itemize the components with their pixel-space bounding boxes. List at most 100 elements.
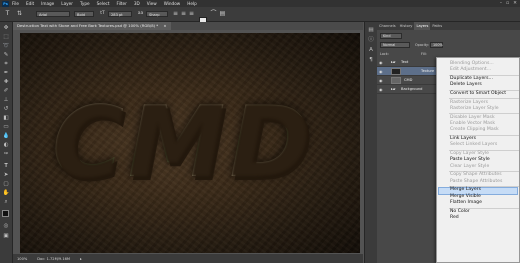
align-center-icon[interactable]: ≡	[180, 10, 187, 18]
brush-tool-icon[interactable]: ✐	[2, 87, 10, 95]
eyedropper-tool-icon[interactable]: ✒	[2, 69, 10, 77]
menu-item-enable-vector-mask: Enable Vector Mask	[450, 121, 496, 126]
zoom-level[interactable]: 100%	[17, 257, 27, 261]
clone-stamp-tool-icon[interactable]: ⊥	[2, 96, 10, 104]
character-panel-icon[interactable]: A	[367, 46, 375, 54]
menu-image[interactable]: Image	[41, 1, 54, 6]
menu-item-duplicate-layers[interactable]: Duplicate Layers...	[450, 76, 493, 81]
foreground-color-swatch[interactable]	[2, 210, 9, 217]
align-right-icon[interactable]: ≡	[188, 10, 195, 18]
menu-item-merge-visible[interactable]: Merge Visible	[450, 194, 481, 199]
close-window-icon[interactable]: ✕	[513, 1, 517, 6]
tools-panel: ✥ ⬚ ➰ ✎ ⌗ ✒ ✚ ✐ ⊥ ↺ ◧ ▭ 💧 ◐ ✑ T ➤ ▢ ✋ ⌕ …	[0, 22, 13, 263]
menu-filter[interactable]: Filter	[116, 1, 126, 6]
quick-mask-icon[interactable]: ◎	[2, 222, 10, 230]
quick-select-tool-icon[interactable]: ✎	[2, 51, 10, 59]
menu-item-delete-layers[interactable]: Delete Layers	[450, 82, 482, 87]
character-panel-icon[interactable]: ▤	[219, 10, 226, 18]
font-family-select[interactable]: Arial	[36, 11, 70, 17]
tab-history[interactable]: History	[398, 22, 415, 30]
panel-tabs: Channels History Layers Paths	[377, 22, 520, 30]
antialias-select[interactable]: Sharp	[146, 11, 168, 17]
menu-edit[interactable]: Edit	[26, 1, 34, 6]
font-style-select[interactable]: Bold	[74, 11, 94, 17]
tab-paths[interactable]: Paths	[430, 22, 444, 30]
menu-3d[interactable]: 3D	[134, 1, 140, 6]
menu-window[interactable]: Window	[164, 1, 181, 6]
cmd-destruction-text: CMD	[52, 86, 315, 200]
menu-item-rasterize-layer-style: Rasterize Layer Style	[450, 106, 499, 111]
menu-layer[interactable]: Layer	[61, 1, 73, 6]
marquee-tool-icon[interactable]: ⬚	[2, 33, 10, 41]
path-select-tool-icon[interactable]: ➤	[2, 171, 10, 179]
blend-mode-select[interactable]: Normal	[380, 42, 410, 48]
menu-item-rasterize-layers: Rasterize Layers	[450, 99, 488, 105]
visibility-eye-icon[interactable]: ◉	[379, 78, 384, 83]
visibility-eye-icon[interactable]: ◉	[379, 87, 384, 92]
menu-item-create-clipping-mask: Create Clipping Mask	[450, 127, 499, 133]
filter-kind-select[interactable]: Kind	[380, 33, 402, 39]
menu-item-convert-to-smart-object[interactable]: Convert to Smart Object	[450, 91, 506, 96]
menu-select[interactable]: Select	[97, 1, 110, 6]
document-canvas[interactable]: CMD	[20, 33, 360, 253]
minimize-icon[interactable]: –	[500, 1, 502, 6]
type-tool-icon[interactable]: T	[4, 10, 11, 18]
photoshop-logo: Ps	[2, 0, 9, 7]
visibility-eye-icon[interactable]: ◉	[379, 69, 384, 74]
paragraph-panel-icon[interactable]: ¶	[367, 56, 375, 64]
blur-tool-icon[interactable]: 💧	[2, 132, 10, 140]
menu-item-clear-layer-style: Clear Layer Style	[450, 163, 490, 169]
move-tool-icon[interactable]: ✥	[2, 24, 10, 32]
menu-item-disable-layer-mask: Disable Layer Mask	[450, 114, 495, 120]
menu-item-flatten-image[interactable]: Flatten Image	[450, 200, 482, 205]
panel-icon-strip: ▤ ⓘ A ¶	[364, 22, 377, 263]
layer-name: Text	[401, 60, 409, 64]
opacity-input[interactable]: 100%	[430, 42, 443, 48]
gradient-tool-icon[interactable]: ▭	[2, 123, 10, 131]
zoom-tool-icon[interactable]: ⌕	[2, 198, 10, 206]
close-tab-icon[interactable]: ×	[163, 23, 166, 28]
eraser-tool-icon[interactable]: ◧	[2, 114, 10, 122]
screen-mode-icon[interactable]: ▣	[2, 232, 10, 240]
status-bar: 100% Doc: 1.72M/9.16M ▸	[13, 254, 363, 263]
menu-item-edit-adjustment: Edit Adjustment...	[450, 67, 492, 73]
type-tool-icon[interactable]: T	[2, 162, 10, 170]
layer-name: CMD	[404, 78, 413, 82]
maximize-icon[interactable]: ▫	[506, 1, 509, 6]
menu-item-red[interactable]: Red	[450, 215, 459, 220]
history-panel-icon[interactable]: ▤	[367, 26, 375, 34]
dodge-tool-icon[interactable]: ◐	[2, 141, 10, 149]
menu-type[interactable]: Type	[80, 1, 90, 6]
layer-name: Texture	[421, 69, 435, 73]
layer-thumbnail	[391, 77, 401, 84]
properties-panel-icon[interactable]: ⓘ	[367, 36, 375, 44]
opacity-label: Opacity:	[415, 43, 429, 47]
tab-layers[interactable]: Layers	[414, 22, 431, 30]
menu-item-no-color[interactable]: No Color	[450, 209, 470, 214]
folder-icon: ▸▰	[391, 87, 396, 91]
options-bar: T ⇅ Arial Bold tT 283 pt aa Sharp ≡ ≡ ≡ …	[0, 7, 520, 23]
document-tab[interactable]: Destruction Text with Stone and Free Bar…	[13, 22, 171, 30]
menu-view[interactable]: View	[147, 1, 157, 6]
pen-tool-icon[interactable]: ✑	[2, 150, 10, 158]
text-orientation-icon[interactable]: ⇅	[16, 10, 23, 18]
history-brush-tool-icon[interactable]: ↺	[2, 105, 10, 113]
menu-help[interactable]: Help	[187, 1, 197, 6]
shape-tool-icon[interactable]: ▢	[2, 180, 10, 188]
menu-file[interactable]: File	[12, 1, 19, 6]
menu-item-copy-layer-style: Copy Layer Style	[450, 151, 489, 156]
menu-item-merge-layers[interactable]: Merge Layers	[450, 187, 481, 192]
visibility-eye-icon[interactable]: ◉	[379, 60, 384, 65]
warp-text-icon[interactable]: ⌒	[210, 10, 217, 18]
status-arrow-icon[interactable]: ▸	[80, 257, 82, 261]
doc-size: Doc: 1.72M/9.16M	[37, 256, 70, 261]
crop-tool-icon[interactable]: ⌗	[2, 60, 10, 68]
menu-item-link-layers[interactable]: Link Layers	[450, 136, 476, 141]
hand-tool-icon[interactable]: ✋	[2, 189, 10, 197]
font-size-select[interactable]: 283 pt	[108, 11, 132, 17]
healing-brush-tool-icon[interactable]: ✚	[2, 78, 10, 86]
lasso-tool-icon[interactable]: ➰	[2, 42, 10, 50]
tab-channels[interactable]: Channels	[377, 22, 398, 30]
align-left-icon[interactable]: ≡	[172, 10, 179, 18]
menu-item-paste-layer-style[interactable]: Paste Layer Style	[450, 157, 490, 162]
